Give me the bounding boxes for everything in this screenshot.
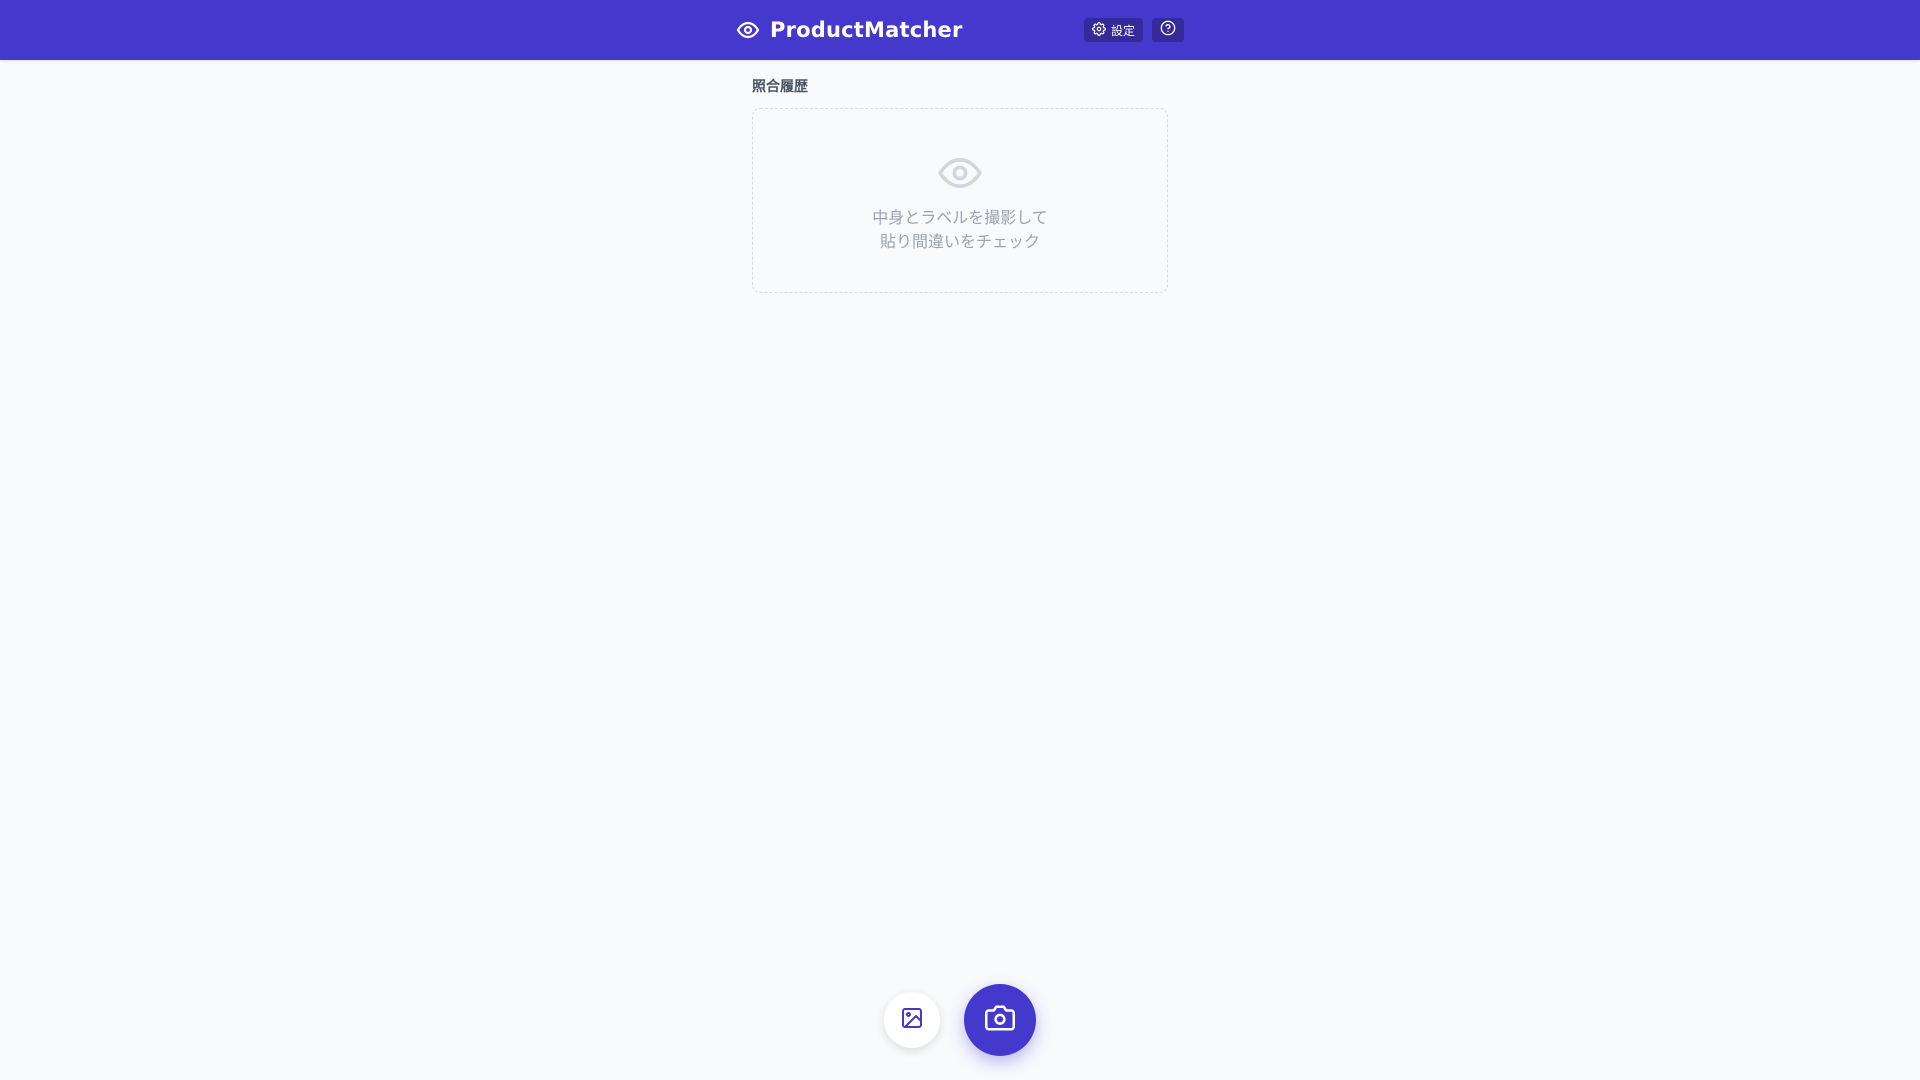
history-empty-state: 中身とラベルを撮影して 貼り間違いをチェック	[752, 108, 1168, 293]
gallery-button[interactable]	[884, 992, 940, 1048]
settings-label: 設定	[1111, 23, 1136, 38]
empty-state-line-2: 貼り間違いをチェック	[879, 232, 1040, 251]
image-icon	[900, 1006, 924, 1034]
gear-icon	[1092, 21, 1106, 39]
app-title: ProductMatcher	[770, 18, 963, 42]
help-circle-icon	[1160, 20, 1176, 40]
eye-icon	[736, 18, 760, 42]
help-button[interactable]	[1152, 18, 1184, 42]
empty-state-line-1: 中身とラベルを撮影して	[872, 208, 1048, 227]
app-brand: ProductMatcher	[736, 0, 963, 60]
history-section-title: 照合履歴	[752, 79, 808, 95]
camera-button[interactable]	[964, 984, 1036, 1056]
eye-icon	[937, 156, 983, 194]
settings-button[interactable]: 設定	[1084, 18, 1144, 42]
camera-icon	[985, 1003, 1015, 1037]
app-header: ProductMatcher 設定	[0, 0, 1920, 60]
